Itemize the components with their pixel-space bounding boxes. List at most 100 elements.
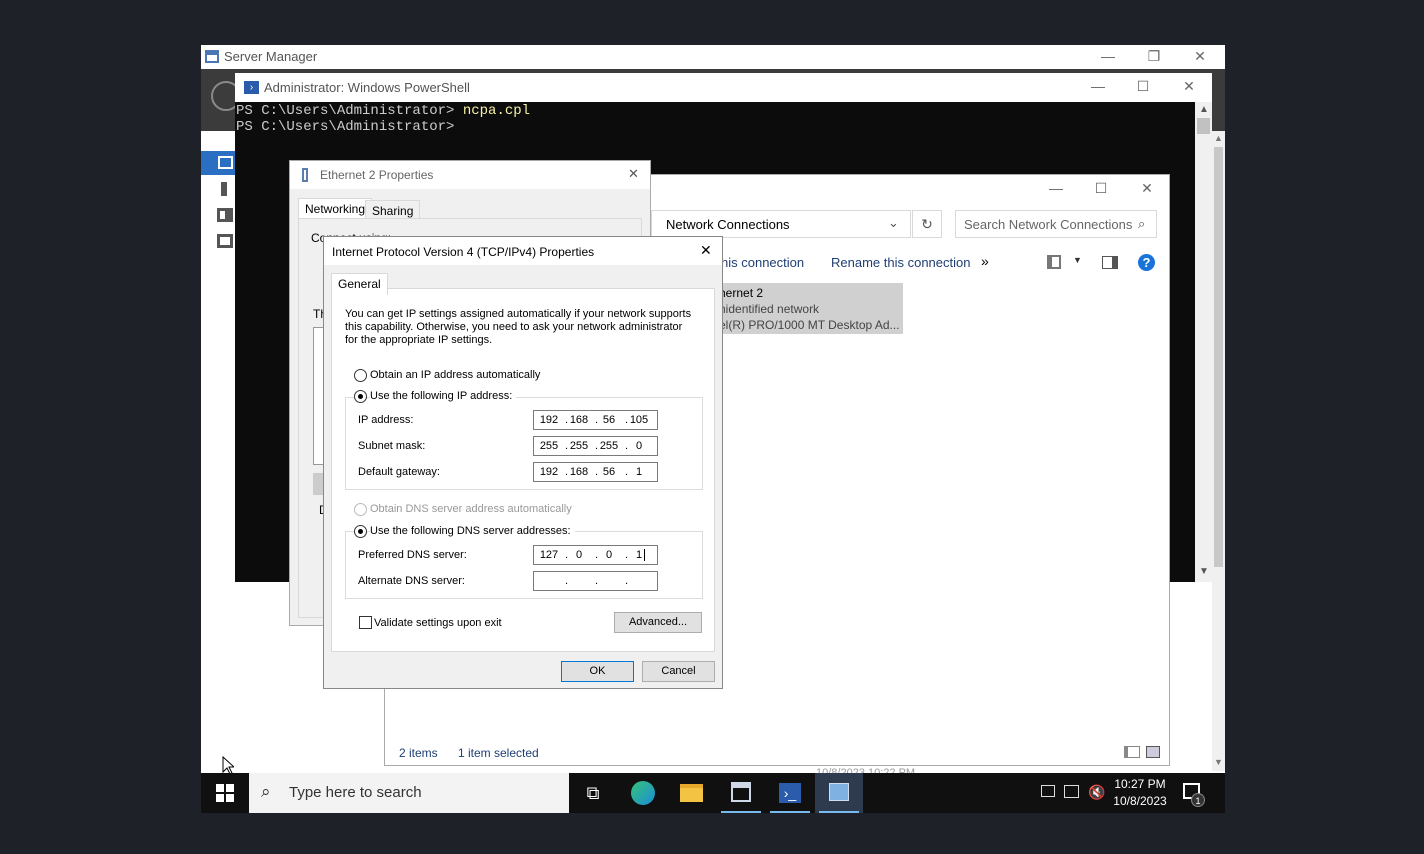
- maximize-button[interactable]: ☐: [1120, 75, 1166, 99]
- file-explorer-icon[interactable]: [668, 773, 716, 813]
- validate-label: Validate settings upon exit: [374, 617, 502, 629]
- taskbar-search-box[interactable]: ⌕ Type here to search: [249, 773, 569, 813]
- obtain-dns-auto-radio[interactable]: [354, 503, 367, 516]
- use-following-ip-label: Use the following IP address:: [370, 390, 517, 402]
- power-icon[interactable]: [1041, 785, 1055, 797]
- all-servers-nav-icon[interactable]: [217, 208, 233, 222]
- default-gateway-field[interactable]: 192. 168. 56. 1: [533, 462, 658, 482]
- local-server-nav-icon[interactable]: [221, 182, 227, 196]
- server-manager-icon: [205, 50, 219, 63]
- powershell-taskbar-icon[interactable]: ›_: [766, 773, 814, 813]
- vertical-scrollbar[interactable]: ▲ ▼: [1195, 102, 1212, 582]
- powershell-icon: ›: [244, 81, 259, 94]
- volume-muted-icon[interactable]: 🔇: [1088, 784, 1105, 801]
- general-tab-panel: You can get IP settings assigned automat…: [331, 288, 715, 652]
- ipv4-properties-dialog: Internet Protocol Version 4 (TCP/IPv4) P…: [323, 236, 723, 689]
- server-manager-scrollbar[interactable]: ▲ ▼: [1212, 131, 1225, 771]
- use-following-dns-label: Use the following DNS server addresses:: [370, 525, 575, 537]
- scrollbar-thumb: [1197, 118, 1210, 134]
- advanced-button[interactable]: Advanced...: [614, 612, 702, 633]
- connection-item[interactable]: hernet 2 nidentified network el(R) PRO/1…: [707, 283, 903, 334]
- status-bar: 2 items 1 item selected: [385, 741, 1169, 765]
- server-manager-titlebar[interactable]: Server Manager — ❐ ✕: [201, 45, 1225, 69]
- tab-general[interactable]: General: [331, 273, 388, 295]
- task-view-icon[interactable]: ⧉: [569, 773, 617, 813]
- preview-pane-icon[interactable]: [1102, 256, 1118, 269]
- subnet-mask-label: Subnet mask:: [358, 440, 426, 452]
- network-connections-taskbar-icon[interactable]: [815, 773, 863, 813]
- dashboard-nav-icon[interactable]: [201, 151, 235, 175]
- close-button[interactable]: ✕: [700, 242, 712, 259]
- chevron-down-icon[interactable]: ⌄: [888, 215, 899, 231]
- chevron-down-icon[interactable]: ▼: [1073, 255, 1082, 265]
- close-button[interactable]: ✕: [1166, 75, 1212, 99]
- obtain-ip-auto-label: Obtain an IP address automatically: [370, 369, 541, 381]
- minimize-button[interactable]: —: [1085, 45, 1131, 69]
- search-input[interactable]: Search Network Connections ⌕: [955, 210, 1157, 238]
- ip-address-field[interactable]: 192. 168. 56. 105: [533, 410, 658, 430]
- validate-checkbox[interactable]: [359, 616, 372, 629]
- dialog-title: Internet Protocol Version 4 (TCP/IPv4) P…: [332, 245, 595, 259]
- selection-count: 1 item selected: [458, 746, 539, 760]
- powershell-titlebar[interactable]: › Administrator: Windows PowerShell — ☐ …: [235, 73, 1212, 102]
- dialog-titlebar[interactable]: Internet Protocol Version 4 (TCP/IPv4) P…: [324, 237, 722, 265]
- console-line: PS C:\Users\Administrator> ncpa.cpl: [236, 103, 531, 119]
- edge-browser-icon[interactable]: [619, 773, 667, 813]
- address-bar[interactable]: Network Connections ⌄: [651, 210, 911, 238]
- preferred-dns-label: Preferred DNS server:: [358, 549, 467, 561]
- minimize-button[interactable]: —: [1033, 177, 1079, 201]
- file-services-nav-icon[interactable]: [217, 234, 233, 248]
- minimize-button[interactable]: —: [1075, 75, 1121, 99]
- search-icon: ⌕: [1138, 216, 1146, 231]
- tab-networking[interactable]: Networking: [298, 198, 373, 218]
- large-icons-view-icon[interactable]: [1146, 746, 1160, 758]
- alternate-dns-label: Alternate DNS server:: [358, 575, 465, 587]
- obtain-ip-auto-radio[interactable]: [354, 369, 367, 382]
- clock-time: 10:27 PM: [1114, 777, 1166, 791]
- subnet-mask-field[interactable]: 255. 255. 255. 0: [533, 436, 658, 456]
- close-button[interactable]: ✕: [1177, 45, 1223, 69]
- dialog-title: Ethernet 2 Properties: [320, 168, 434, 182]
- help-icon[interactable]: ?: [1138, 254, 1155, 271]
- maximize-button[interactable]: ☐: [1078, 177, 1124, 201]
- address-text: Network Connections: [666, 217, 790, 232]
- windows-logo-icon: [216, 784, 234, 802]
- default-gateway-label: Default gateway:: [358, 466, 440, 478]
- taskbar: ⌕ Type here to search ⧉ ›_ 🔇 10:27 PM 10…: [201, 773, 1225, 813]
- network-tray-icon[interactable]: [1064, 785, 1079, 798]
- start-button[interactable]: [201, 773, 249, 813]
- intro-text: You can get IP settings assigned automat…: [345, 308, 692, 346]
- use-following-ip-radio[interactable]: [354, 390, 367, 403]
- notifications-icon[interactable]: 1: [1183, 783, 1205, 807]
- network-adapter-icon: [302, 168, 308, 182]
- notification-badge: 1: [1191, 793, 1205, 807]
- rename-partial-command[interactable]: his connection: [721, 255, 804, 270]
- close-button[interactable]: ✕: [1124, 177, 1170, 201]
- window-title: Server Manager: [224, 49, 318, 64]
- preferred-dns-field[interactable]: 127. 0. 0. 1: [533, 545, 658, 565]
- dialog-titlebar[interactable]: Ethernet 2 Properties ✕: [290, 161, 650, 189]
- refresh-button[interactable]: ↻: [912, 210, 942, 238]
- background-date: 10/8/2023 10:22 PM: [816, 767, 916, 773]
- search-icon: ⌕: [261, 782, 271, 801]
- obtain-dns-auto-label: Obtain DNS server address automatically: [370, 503, 572, 515]
- use-following-dns-radio[interactable]: [354, 525, 367, 538]
- console-line: PS C:\Users\Administrator>: [236, 119, 455, 135]
- clock[interactable]: 10:27 PM 10/8/2023: [1107, 776, 1173, 810]
- text-cursor: [644, 549, 645, 561]
- view-options-icon[interactable]: [1047, 255, 1061, 269]
- more-commands-button[interactable]: »: [981, 253, 989, 269]
- server-manager-taskbar-icon[interactable]: [717, 773, 765, 813]
- cancel-button[interactable]: Cancel: [642, 661, 715, 682]
- item-count: 2 items: [399, 746, 438, 760]
- alternate-dns-field[interactable]: . . .: [533, 571, 658, 591]
- ip-address-label: IP address:: [358, 414, 414, 426]
- clock-date: 10/8/2023: [1113, 794, 1167, 808]
- details-view-icon[interactable]: [1124, 746, 1140, 758]
- window-title: Administrator: Windows PowerShell: [264, 80, 470, 95]
- tab-sharing[interactable]: Sharing: [365, 200, 421, 220]
- close-button[interactable]: ✕: [628, 166, 639, 182]
- ok-button[interactable]: OK: [561, 661, 634, 682]
- restore-button[interactable]: ❐: [1131, 45, 1177, 69]
- rename-connection-command[interactable]: Rename this connection: [831, 255, 970, 270]
